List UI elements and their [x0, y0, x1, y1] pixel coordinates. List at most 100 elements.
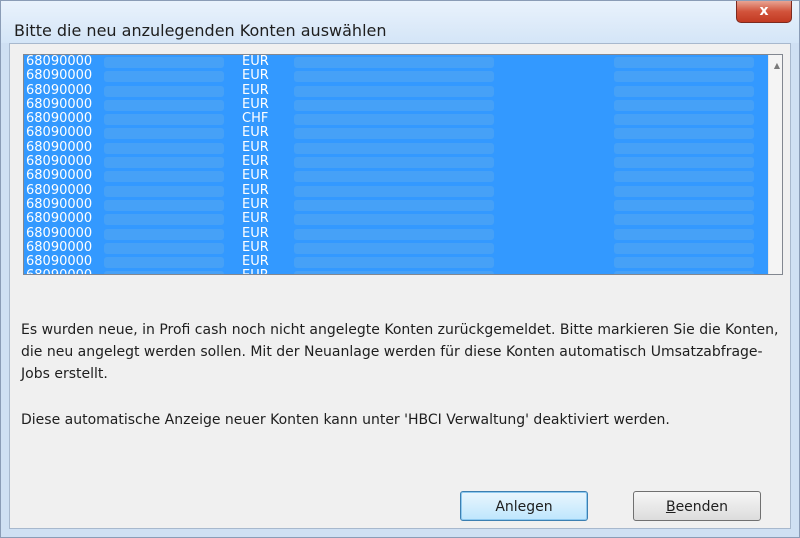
currency-cell: EUR — [242, 125, 269, 141]
title-bar[interactable]: Bitte die neu anzulegenden Konten auswäh… — [1, 1, 799, 43]
redacted-field — [614, 185, 754, 197]
close-icon: x — [759, 3, 769, 19]
close-dialog-button[interactable]: Beenden — [633, 491, 761, 521]
bank-code-cell: 68090000 — [26, 196, 93, 212]
account-row[interactable]: 68090000 EUR — [24, 82, 768, 98]
account-row[interactable]: 68090000 EUR — [24, 225, 768, 241]
redacted-field — [614, 257, 754, 269]
redacted-field — [294, 71, 494, 83]
redacted-field — [104, 271, 224, 274]
redacted-field — [104, 99, 224, 111]
currency-cell: EUR — [242, 96, 269, 112]
create-button[interactable]: Anlegen — [460, 491, 588, 521]
currency-cell: EUR — [242, 68, 269, 84]
account-row[interactable]: 68090000 EUR — [24, 126, 768, 140]
account-row[interactable]: 68090000 EUR — [24, 155, 768, 169]
currency-cell: EUR — [242, 82, 269, 98]
redacted-field — [614, 128, 754, 140]
account-row[interactable]: 68090000 EUR — [24, 169, 768, 183]
currency-cell: EUR — [242, 225, 269, 241]
info-paragraph-2: Diese automatische Anzeige neuer Konten … — [21, 412, 670, 428]
account-row[interactable]: 68090000 EUR — [24, 269, 768, 274]
mnemonic-letter: B — [665, 499, 676, 515]
bank-code-cell: 68090000 — [26, 269, 92, 274]
redacted-field — [614, 157, 754, 169]
dialog-client-area: 68090000 EUR 68090000 EUR 68090000 EUR 6809000… — [9, 43, 791, 529]
redacted-field — [294, 128, 494, 140]
bank-code-cell: 68090000 — [26, 225, 93, 241]
redacted-field — [614, 99, 754, 111]
redacted-field — [104, 242, 224, 254]
bank-code-cell: 68090000 — [26, 211, 93, 227]
currency-cell: EUR — [242, 269, 269, 274]
redacted-field — [294, 242, 494, 254]
bank-code-cell: 68090000 — [26, 68, 93, 84]
account-row[interactable]: 68090000 EUR — [24, 255, 768, 269]
bank-code-cell: 68090000 — [26, 154, 93, 170]
currency-cell: EUR — [242, 55, 269, 69]
dialog-window: Bitte die neu anzulegenden Konten auswäh… — [0, 0, 800, 538]
redacted-field — [614, 271, 754, 274]
bank-code-cell: 68090000 — [26, 239, 93, 255]
redacted-field — [104, 171, 224, 183]
redacted-field — [104, 128, 224, 140]
bank-code-cell: 68090000 — [26, 82, 93, 98]
account-row[interactable]: 68090000 EUR — [24, 96, 768, 112]
redacted-field — [104, 57, 224, 68]
bank-code-cell: 68090000 — [26, 111, 93, 127]
redacted-field — [614, 85, 754, 97]
vertical-scrollbar[interactable]: ▲ — [768, 55, 782, 274]
currency-cell: EUR — [242, 154, 269, 170]
redacted-field — [614, 171, 754, 183]
redacted-field — [614, 57, 754, 68]
bank-code-cell: 68090000 — [26, 139, 93, 155]
redacted-field — [614, 199, 754, 211]
redacted-field — [614, 228, 754, 240]
account-row[interactable]: 68090000 EUR — [24, 196, 768, 212]
redacted-field — [614, 71, 754, 83]
redacted-field — [104, 199, 224, 211]
redacted-field — [294, 171, 494, 183]
account-row[interactable]: 68090000 EUR — [24, 55, 768, 69]
currency-cell: EUR — [242, 139, 269, 155]
currency-cell: EUR — [242, 182, 269, 198]
redacted-field — [294, 185, 494, 197]
redacted-field — [104, 157, 224, 169]
redacted-field — [614, 242, 754, 254]
redacted-field — [104, 214, 224, 226]
redacted-field — [104, 85, 224, 97]
bank-code-cell: 68090000 — [26, 96, 93, 112]
currency-cell: CHF — [242, 111, 269, 127]
account-list[interactable]: 68090000 EUR 68090000 EUR 68090000 EUR 6809000… — [23, 54, 783, 275]
close-button[interactable]: x — [736, 1, 792, 23]
redacted-field — [294, 228, 494, 240]
redacted-field — [294, 214, 494, 226]
close-label-rest: eenden — [675, 499, 729, 515]
bank-code-cell: 68090000 — [26, 55, 93, 69]
account-row[interactable]: 68090000 CHF — [24, 112, 768, 126]
redacted-field — [294, 199, 494, 211]
scroll-up-arrow-icon[interactable]: ▲ — [769, 61, 782, 70]
bank-code-cell: 68090000 — [26, 254, 93, 270]
account-list-rows[interactable]: 68090000 EUR 68090000 EUR 68090000 EUR 6809000… — [24, 55, 768, 274]
redacted-field — [294, 99, 494, 111]
account-row[interactable]: 68090000 EUR — [24, 182, 768, 198]
redacted-field — [294, 114, 494, 126]
redacted-field — [294, 271, 494, 274]
window-title: Bitte die neu anzulegenden Konten auswäh… — [14, 21, 387, 40]
account-row[interactable]: 68090000 EUR — [24, 212, 768, 226]
currency-cell: EUR — [242, 254, 269, 270]
account-row[interactable]: 68090000 EUR — [24, 139, 768, 155]
redacted-field — [614, 114, 754, 126]
account-row[interactable]: 68090000 EUR — [24, 239, 768, 255]
redacted-field — [104, 142, 224, 154]
currency-cell: EUR — [242, 196, 269, 212]
bank-code-cell: 68090000 — [26, 125, 93, 141]
bank-code-cell: 68090000 — [26, 168, 93, 184]
redacted-field — [294, 257, 494, 269]
redacted-field — [614, 214, 754, 226]
redacted-field — [294, 85, 494, 97]
account-row[interactable]: 68090000 EUR — [24, 69, 768, 83]
currency-cell: EUR — [242, 211, 269, 227]
currency-cell: EUR — [242, 239, 269, 255]
